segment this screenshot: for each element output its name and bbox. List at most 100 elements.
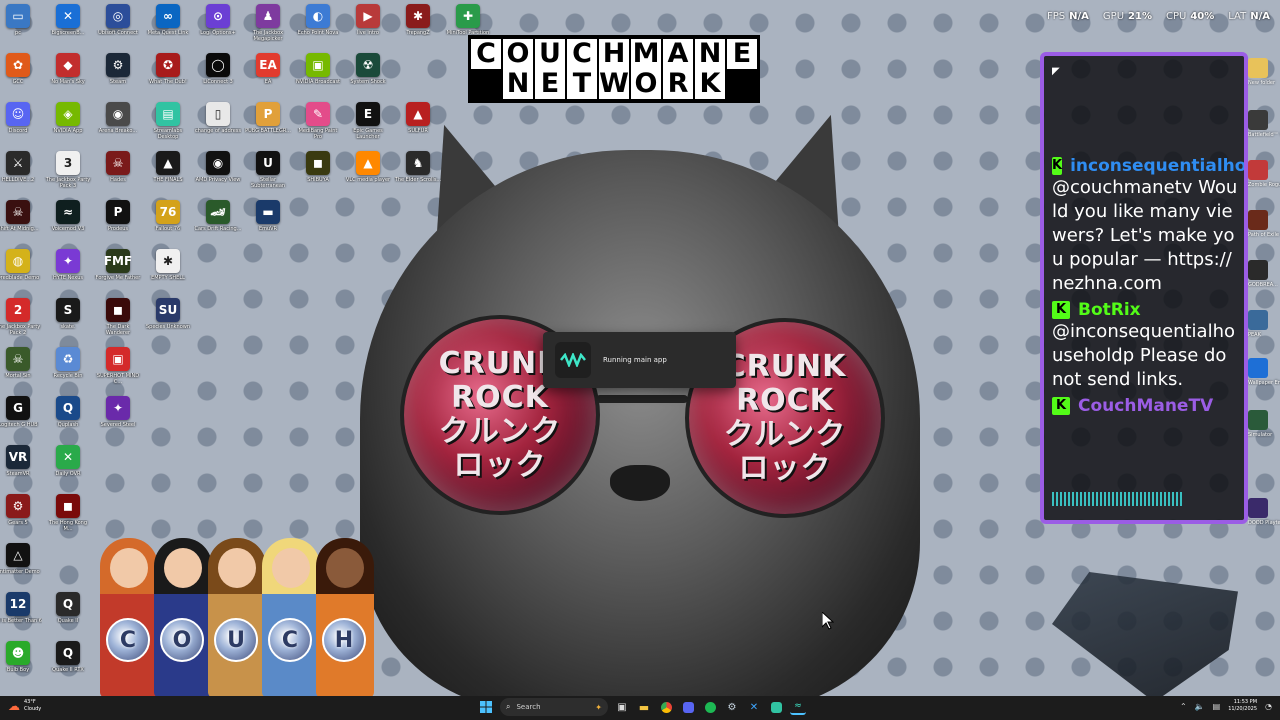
desktop-icon[interactable]: ▬ EmuVR xyxy=(244,200,292,248)
desktop-icon[interactable]: VR SteamVR xyxy=(0,445,42,493)
desktop-icon[interactable]: ⚙ Gears 5 xyxy=(0,494,42,542)
desktop-icon-partial[interactable]: Zombie Rogue xyxy=(1248,160,1280,188)
desktop-icon-partial[interactable]: DOOD Playtest xyxy=(1248,498,1280,526)
desktop-icon[interactable]: Q Quake II RTX xyxy=(44,641,92,689)
desktop-icon-partial[interactable]: PEAK xyxy=(1248,310,1280,338)
desktop-icon[interactable]: U Stellar Subterranean xyxy=(244,151,292,199)
chat-username[interactable]: CouchManeTV xyxy=(1078,396,1213,416)
desktop-icon[interactable]: ◍ Dredblade Demo xyxy=(0,249,42,297)
desktop-icon-partial[interactable]: Battlefield™ 6 xyxy=(1248,110,1280,138)
weather-widget[interactable]: ☁ 43°F Cloudy xyxy=(8,699,41,713)
desktop-icon[interactable]: 76 Fallout 76 xyxy=(144,200,192,248)
desktop-icon[interactable]: 3 The Jackbox Party Pack 3 xyxy=(44,151,92,199)
desktop-icon[interactable]: ▭ pc xyxy=(0,4,42,52)
desktop-icon[interactable]: ▤ Streamlabs Desktop xyxy=(144,102,192,150)
desktop-icon[interactable]: ♻ Recycle Bin xyxy=(44,347,92,395)
desktop-icon[interactable]: ◼ The Hong Kong M... xyxy=(44,494,92,542)
desktop-icon[interactable]: ✦ Severed Steel xyxy=(94,396,142,444)
desktop-icon-label: NVIDIA App xyxy=(53,128,83,134)
desktop-icon[interactable]: ✿ GCC xyxy=(0,53,42,101)
desktop-icon[interactable]: ⊙ Logi Options+ xyxy=(194,4,242,52)
desktop-icon-partial[interactable]: GODBREA... xyxy=(1248,260,1280,288)
notification-bell-icon[interactable]: ◔ xyxy=(1265,702,1272,711)
notification-toast[interactable]: Running main app xyxy=(543,332,736,388)
desktop-icon[interactable]: G Logitech G HUB xyxy=(0,396,42,444)
desktop-icon[interactable]: ⚙ Steam xyxy=(94,53,142,101)
desktop-icon[interactable]: ▲ THE FINALS xyxy=(144,151,192,199)
chrome-button[interactable] xyxy=(658,699,674,715)
chat-username[interactable]: inconsequentialhou xyxy=(1070,156,1244,176)
desktop-icon[interactable]: ✎ MediBang Paint Pro xyxy=(294,102,342,150)
bigscreen-button[interactable]: ✕ xyxy=(746,699,762,715)
network-icon[interactable]: ▤ xyxy=(1213,702,1221,711)
desktop-icon-partial[interactable]: New folder xyxy=(1248,58,1280,86)
desktop-icon[interactable]: ✚ MiniTool Partition xyxy=(444,4,492,52)
desktop-icon[interactable]: P PUBG BATTLEGR... xyxy=(244,102,292,150)
desktop-icon[interactable]: ◯ LiConnect 3 xyxy=(194,53,242,101)
desktop-icon[interactable]: ≈ Voicemod V3 xyxy=(44,200,92,248)
start-button[interactable] xyxy=(478,699,494,715)
desktop-icon[interactable]: ∞ Meta Quest Link xyxy=(144,4,192,52)
desktop-icon[interactable]: P Prodeus xyxy=(94,200,142,248)
desktop-icon[interactable]: SU Species Unknown xyxy=(144,298,192,346)
desktop-icon[interactable]: 2 The Jackbox Party Pack 2 xyxy=(0,298,42,346)
desktop-icon[interactable]: △ Antimatter Demo xyxy=(0,543,42,591)
desktop-icon[interactable]: FMF Forgive Me Father xyxy=(94,249,142,297)
desktop-icon[interactable]: ◼ SHIBUYA xyxy=(294,151,342,199)
desktop-icon-partial[interactable]: Simulator xyxy=(1248,410,1280,438)
app-icon: ▲ xyxy=(406,102,430,126)
tray-chevron-icon[interactable]: ⌃ xyxy=(1180,702,1187,711)
discord-button[interactable] xyxy=(680,699,696,715)
desktop-icon-partial[interactable]: Wallpaper Engine xyxy=(1248,358,1280,386)
desktop-icon[interactable]: ◐ Echo Point Nova xyxy=(294,4,342,52)
desktop-icon[interactable]: Q Quplash xyxy=(44,396,92,444)
desktop-icon[interactable]: ☠ Shift At Midnig... xyxy=(0,200,42,248)
desktop-icon[interactable]: ☻ Bulb Boy xyxy=(0,641,42,689)
voicemod-button[interactable]: ≈ xyxy=(790,699,806,715)
desktop-icon[interactable]: ◼ The Dark Wanderer xyxy=(94,298,142,346)
clock[interactable]: 11:53 PM 11/20/2025 xyxy=(1228,699,1257,713)
streamlabs-button[interactable] xyxy=(768,699,784,715)
desktop-icon[interactable]: ✕ BigscreenB... xyxy=(44,4,92,52)
desktop-icon[interactable]: ▣ NVIDIA Broadcast xyxy=(294,53,342,101)
desktop-icon[interactable]: ☺ Discord xyxy=(0,102,42,150)
chat-username[interactable]: BotRix xyxy=(1078,300,1141,320)
file-explorer-button[interactable]: ▬ xyxy=(636,699,652,715)
desktop-icon[interactable]: ▯ change of address xyxy=(194,102,242,150)
desktop-icon[interactable]: ◈ NVIDIA App xyxy=(44,102,92,150)
desktop-icon[interactable]: ▶ live intro xyxy=(344,4,392,52)
desktop-icon[interactable]: ◆ No Man's Sky xyxy=(44,53,92,101)
desktop-icon[interactable]: ♟ The Jackbox Megapicker xyxy=(244,4,292,52)
desktop-icon[interactable]: ⚔ HELLDIVE...2 xyxy=(0,151,42,199)
desktop-icon[interactable]: ◉ Arena Breako... xyxy=(94,102,142,150)
desktop-icon[interactable]: ✱ TrepangZ xyxy=(394,4,442,52)
desktop-icon[interactable]: ◎ Ubisoft Connect xyxy=(94,4,142,52)
desktop-icon[interactable]: ☢ System Shock xyxy=(344,53,392,101)
app-icon: ▣ xyxy=(306,53,330,77)
desktop-icon[interactable]: ✪ What The Dub! xyxy=(144,53,192,101)
volume-icon[interactable]: 🔈 xyxy=(1195,702,1205,711)
desktop-icon[interactable]: Sskate. xyxy=(44,298,92,346)
desktop-icon[interactable]: 12 12 is Better Than 6 xyxy=(0,592,42,640)
desktop-icon[interactable]: ✱ EMPTY SHELL xyxy=(144,249,192,297)
app-icon: Q xyxy=(56,592,80,616)
desktop-icon[interactable]: 🏎 Cars Drift Racing... xyxy=(194,200,242,248)
desktop-icon[interactable]: ◉ AMD Privacy View xyxy=(194,151,242,199)
desktop-icon[interactable]: ☠ Hades xyxy=(94,151,142,199)
desktop-icon[interactable]: ✕ Daily OVR xyxy=(44,445,92,493)
desktop-icon[interactable]: EA EA xyxy=(244,53,292,101)
task-view-button[interactable]: ▣ xyxy=(614,699,630,715)
spotify-button[interactable] xyxy=(702,699,718,715)
desktop-icon[interactable]: ▲ VLC media player xyxy=(344,151,392,199)
desktop-icon[interactable]: Q Quake II xyxy=(44,592,92,640)
desktop-icon[interactable]: ♞ The Elder Scrolls... xyxy=(394,151,442,199)
desktop-icon-label: SteamVR xyxy=(6,471,30,477)
desktop-icon[interactable]: ☠ Mortal Sin xyxy=(0,347,42,395)
steam-button[interactable]: ⚙ xyxy=(724,699,740,715)
desktop-icon[interactable]: ▲ SULFUR xyxy=(394,102,442,150)
desktop-icon[interactable]: ✦ HYTE Nexus xyxy=(44,249,92,297)
taskbar-search[interactable]: ⌕ Search ✦ xyxy=(500,698,608,716)
desktop-icon-partial[interactable]: Path of Exile 2 xyxy=(1248,210,1280,238)
desktop-icon[interactable]: ▣ SUPERHOT MIND C... xyxy=(94,347,142,395)
desktop-icon[interactable]: E Epic Games Launcher xyxy=(344,102,392,150)
